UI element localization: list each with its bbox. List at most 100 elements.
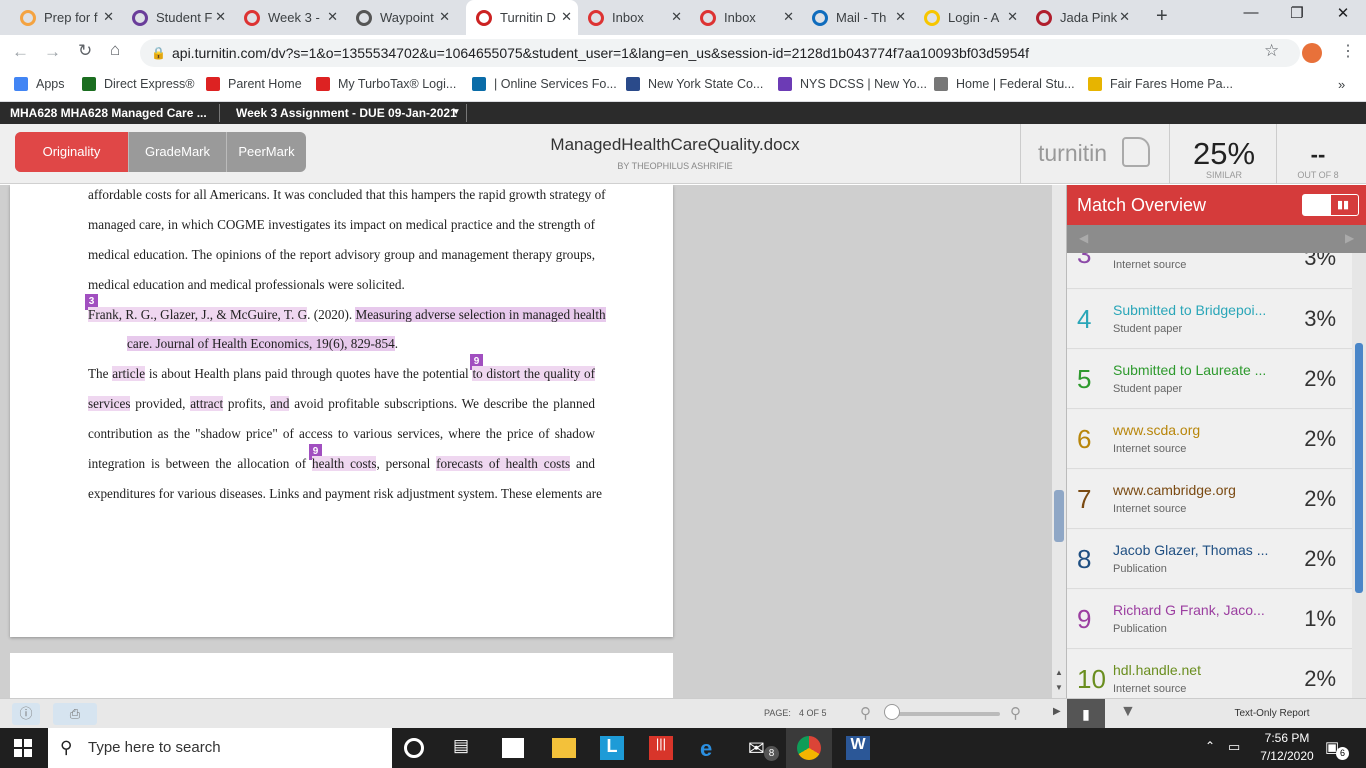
- scroll-down-icon[interactable]: ▼: [1055, 683, 1063, 692]
- text-only-report-link[interactable]: Text-Only Report: [1202, 708, 1342, 719]
- network-icon[interactable]: ▭: [1228, 739, 1240, 755]
- app-red-icon[interactable]: |||: [649, 736, 673, 760]
- new-tab-button[interactable]: +: [1156, 5, 1168, 28]
- mode-originality[interactable]: Originality: [15, 132, 128, 172]
- match-row[interactable]: 4 Submitted to Bridgepoi... Student paper 3…: [1067, 290, 1352, 349]
- next-match-icon[interactable]: ▶: [1345, 231, 1354, 245]
- file-explorer-icon[interactable]: [552, 738, 576, 758]
- close-tab-icon[interactable]: ✕: [103, 9, 114, 25]
- close-tab-icon[interactable]: ✕: [439, 9, 450, 25]
- browser-tab[interactable]: Inbox ✕: [690, 0, 800, 35]
- browser-tab[interactable]: Jada Pink ✕: [1026, 0, 1136, 35]
- document-scrollbar[interactable]: ▲ ▼: [1052, 185, 1066, 698]
- close-tab-icon[interactable]: ✕: [895, 9, 906, 25]
- close-tab-icon[interactable]: ✕: [1007, 9, 1018, 25]
- bookmark-item[interactable]: | Online Services Fo...: [472, 77, 617, 91]
- edge-icon[interactable]: e: [700, 736, 724, 761]
- taskbar-search[interactable]: ⚲ Type here to search: [48, 728, 392, 768]
- match-row[interactable]: 3 Internet source 3%: [1067, 253, 1352, 289]
- mode-grademark[interactable]: GradeMark: [128, 132, 226, 172]
- info-icon[interactable]: ⓘ: [12, 703, 40, 725]
- tab-favicon-icon: [812, 9, 828, 26]
- back-icon[interactable]: ←: [12, 42, 29, 62]
- class-label[interactable]: MHA628 MHA628 Managed Care ...: [10, 106, 207, 120]
- browser-tab[interactable]: Week 3 - ✕: [234, 0, 344, 35]
- bookmark-item[interactable]: Parent Home: [206, 77, 302, 91]
- store-icon[interactable]: [502, 738, 524, 758]
- document-viewer[interactable]: affordable costs for all Americans. It w…: [0, 185, 1052, 698]
- profile-avatar[interactable]: [1302, 43, 1322, 63]
- chart-view-icon[interactable]: ▮▮: [1337, 199, 1349, 211]
- scroll-up-icon[interactable]: ▲: [1055, 668, 1063, 677]
- close-tab-icon[interactable]: ✕: [327, 9, 338, 25]
- tab-favicon-icon: [588, 9, 604, 26]
- bookmark-item[interactable]: Apps: [14, 77, 65, 91]
- more-bookmarks-icon[interactable]: »: [1338, 77, 1345, 92]
- menu-icon[interactable]: ⋮: [1340, 41, 1356, 61]
- mail-badge: 8: [764, 746, 779, 761]
- bookmark-item[interactable]: Direct Express®: [82, 77, 194, 91]
- list-view-icon[interactable]: [1303, 195, 1331, 215]
- bookmark-item[interactable]: Home | Federal Stu...: [934, 77, 1075, 91]
- browser-tab[interactable]: Student F ✕: [122, 0, 232, 35]
- match-row[interactable]: 6 www.scda.org Internet source 2%: [1067, 410, 1352, 469]
- match-row[interactable]: 8 Jacob Glazer, Thomas ... Publication 2%: [1067, 530, 1352, 589]
- home-icon[interactable]: ⌂: [110, 40, 120, 60]
- clock-time[interactable]: 7:56 PM: [1252, 731, 1322, 745]
- cortana-icon[interactable]: [404, 738, 424, 758]
- word-icon[interactable]: W: [846, 736, 870, 760]
- reload-icon[interactable]: ↻: [78, 41, 92, 61]
- url-field[interactable]: 🔒 api.turnitin.com/dv?s=1&o=1355534702&u…: [140, 39, 1300, 67]
- browser-tab[interactable]: Prep for f ✕: [10, 0, 120, 35]
- expand-icon[interactable]: ▶: [1053, 706, 1061, 717]
- close-tab-icon[interactable]: ✕: [783, 9, 794, 25]
- panel-title: Match Overview ▮▮: [1067, 185, 1366, 225]
- bookmark-item[interactable]: New York State Co...: [626, 77, 763, 91]
- scroll-thumb[interactable]: [1054, 490, 1064, 542]
- zoom-in-icon[interactable]: ⚲: [1010, 704, 1021, 722]
- browser-tab[interactable]: Login - A ✕: [914, 0, 1024, 35]
- tray-chevron-icon[interactable]: ⌃: [1205, 739, 1215, 753]
- prev-match-icon[interactable]: ◀: [1079, 231, 1088, 245]
- mode-peermark[interactable]: PeerMark: [226, 132, 306, 172]
- match-row[interactable]: 5 Submitted to Laureate ... Student paper 2…: [1067, 350, 1352, 409]
- match-number: 10: [1077, 664, 1106, 694]
- match-row[interactable]: 7 www.cambridge.org Internet source 2%: [1067, 470, 1352, 529]
- restore-button[interactable]: ❐: [1274, 4, 1320, 22]
- forward-icon[interactable]: →: [44, 42, 61, 62]
- chrome-icon[interactable]: [797, 736, 821, 760]
- close-tab-icon[interactable]: ✕: [215, 9, 226, 25]
- close-tab-icon[interactable]: ✕: [561, 9, 572, 25]
- browser-tab[interactable]: Mail - Th ✕: [802, 0, 912, 35]
- panel-scrollbar[interactable]: [1352, 253, 1366, 698]
- app-l-icon[interactable]: L: [600, 736, 624, 760]
- bookmark-star-icon[interactable]: ☆: [1264, 41, 1279, 61]
- zoom-slider[interactable]: [890, 712, 1000, 716]
- print-icon[interactable]: ⎙: [53, 703, 97, 725]
- close-window-button[interactable]: ✕: [1320, 4, 1366, 22]
- windows-taskbar: ⚲ Type here to search ▤ L ||| e ✉ 8 W ⌃ …: [0, 728, 1366, 768]
- zoom-handle[interactable]: [884, 704, 900, 720]
- assignment-label[interactable]: Week 3 Assignment - DUE 09-Jan-2021: [236, 106, 457, 120]
- similarity-layer-icon[interactable]: ▮: [1067, 699, 1105, 729]
- panel-scroll-thumb[interactable]: [1355, 343, 1363, 593]
- browser-tab[interactable]: Inbox ✕: [578, 0, 688, 35]
- bookmark-item[interactable]: NYS DCSS | New Yo...: [778, 77, 927, 91]
- match-row[interactable]: 9 Richard G Frank, Jaco... Publication 1%: [1067, 590, 1352, 649]
- browser-tab[interactable]: Waypoint ✕: [346, 0, 456, 35]
- bookmark-item[interactable]: My TurboTax® Logi...: [316, 77, 456, 91]
- close-tab-icon[interactable]: ✕: [671, 9, 682, 25]
- doc-line: medical education and medical profession…: [88, 277, 405, 292]
- minimize-button[interactable]: —: [1228, 4, 1274, 21]
- view-toggle[interactable]: ▮▮: [1302, 194, 1359, 216]
- task-view-icon[interactable]: ▤: [453, 736, 477, 760]
- zoom-out-icon[interactable]: ⚲: [860, 704, 871, 722]
- chevron-down-icon[interactable]: ▾: [454, 106, 459, 117]
- windows-start-icon[interactable]: [14, 739, 32, 757]
- browser-tab[interactable]: Turnitin D ✕: [466, 0, 578, 35]
- filter-icon[interactable]: ▼: [1120, 703, 1136, 721]
- bookmarks-bar: Apps Direct Express® Parent Home My TurboTa…: [0, 70, 1366, 102]
- close-tab-icon[interactable]: ✕: [1119, 9, 1130, 25]
- clock-date[interactable]: 7/12/2020: [1252, 749, 1322, 763]
- bookmark-item[interactable]: Fair Fares Home Pa...: [1088, 77, 1233, 91]
